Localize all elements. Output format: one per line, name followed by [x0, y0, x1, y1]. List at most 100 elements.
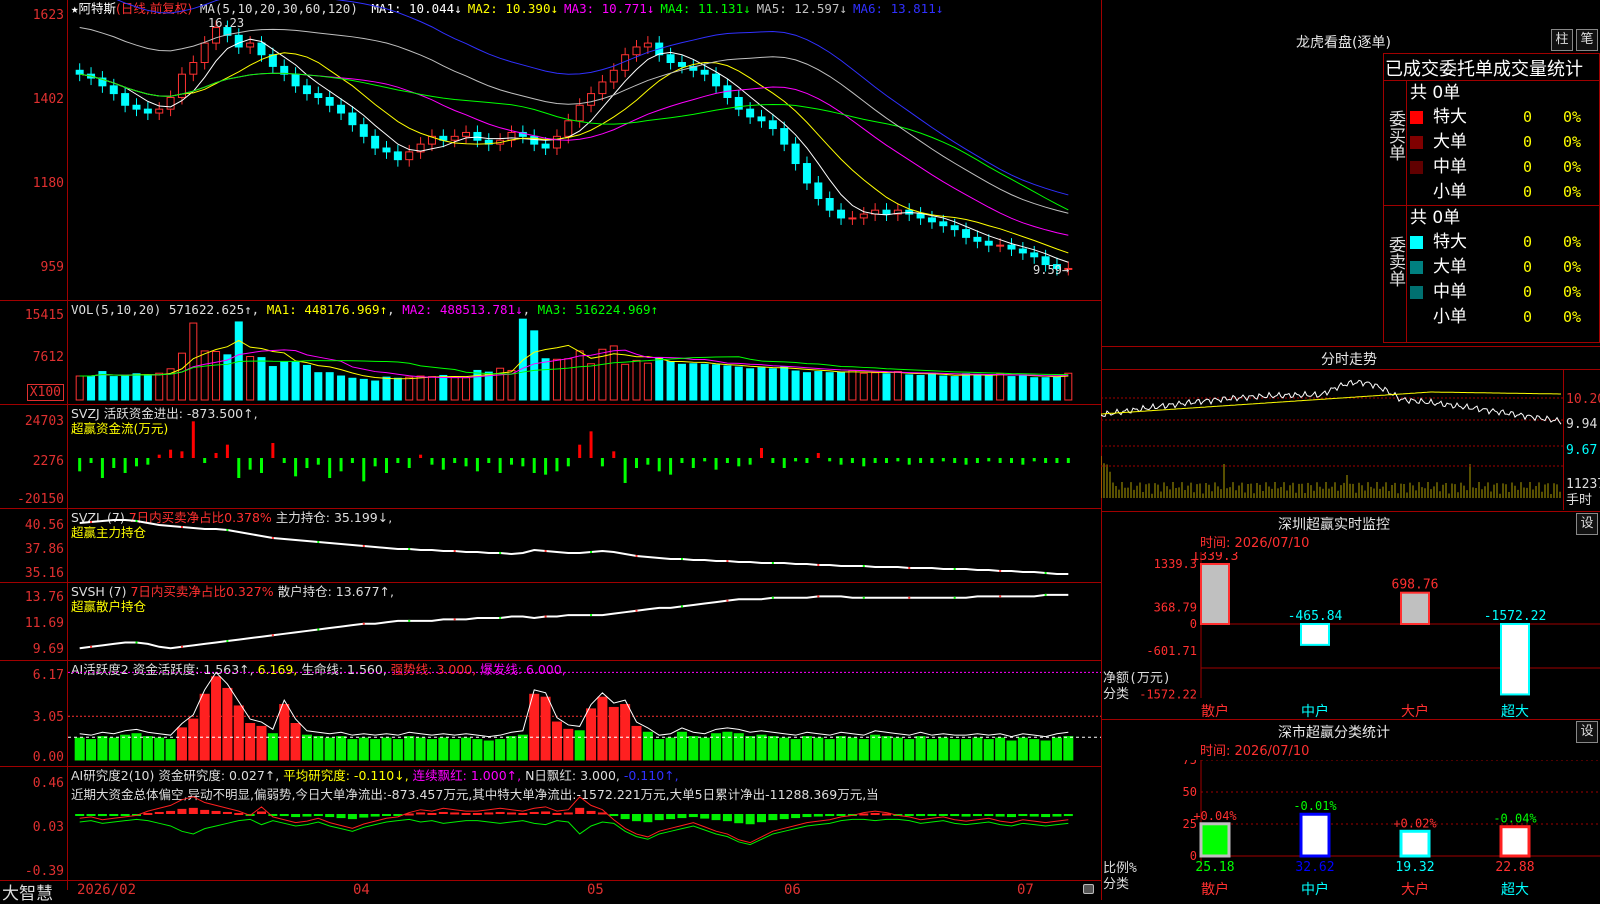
- volume-bar: [530, 330, 539, 401]
- capital-flow-chart: [78, 421, 1070, 483]
- cls-bar: [1399, 829, 1431, 858]
- activity-bar: [1063, 736, 1074, 761]
- ytick: 24703: [24, 414, 64, 429]
- flow-bar: [896, 458, 900, 462]
- order-type: 大单: [1433, 132, 1467, 152]
- rt-ytick: 1339.3: [1154, 557, 1197, 571]
- candle-body: [802, 163, 811, 184]
- cls-value-label: 32.62: [1295, 860, 1334, 875]
- column-view-button[interactable]: 柱: [1551, 29, 1573, 51]
- ytick: 40.56: [24, 518, 64, 533]
- divider-7: [0, 880, 1101, 881]
- volume-bar: [416, 375, 425, 401]
- cls-settings-button[interactable]: 设: [1576, 721, 1598, 743]
- volume-bar: [223, 354, 232, 401]
- holding-dot: [362, 622, 365, 625]
- flow-bar: [782, 458, 786, 468]
- activity-bar: [779, 737, 790, 761]
- candlestick-chart[interactable]: [68, 0, 1101, 300]
- research-bar: [347, 814, 357, 820]
- research-bar: [1007, 814, 1016, 818]
- color-swatch: [1410, 236, 1423, 249]
- holding-dot: [635, 609, 638, 612]
- activity-bar: [608, 706, 619, 761]
- research-bar: [302, 814, 312, 817]
- flow-bar: [975, 458, 979, 463]
- order-row: 大单 0 0%: [1410, 130, 1600, 155]
- research-bar: [257, 811, 266, 814]
- ytick: 6.17: [32, 668, 64, 683]
- flow-bar: [589, 431, 593, 458]
- intraday-chart[interactable]: [1101, 370, 1563, 510]
- rt-settings-button[interactable]: 设: [1576, 513, 1598, 535]
- holding-line: [79, 519, 1069, 575]
- candle-body: [825, 198, 834, 211]
- holding-dot: [590, 614, 593, 617]
- activity-bar: [836, 736, 847, 761]
- ai-activity-chart: [68, 671, 1101, 761]
- research-bar: [234, 812, 244, 815]
- flow-bar: [1021, 458, 1025, 465]
- flow-bar: [453, 458, 457, 463]
- activity-bar: [563, 728, 574, 761]
- volume-bar: [802, 372, 811, 401]
- candle-body: [939, 221, 948, 227]
- candle-body: [564, 120, 573, 137]
- activity-bar: [222, 687, 233, 761]
- tick-view-button[interactable]: 笔: [1576, 29, 1598, 51]
- volume-bar: [700, 363, 709, 401]
- ytick: 1180: [32, 176, 64, 191]
- research-bar: [745, 814, 755, 825]
- candle-body: [257, 42, 266, 56]
- activity-bar: [483, 740, 494, 761]
- candle-body: [643, 42, 652, 48]
- candle-body: [962, 229, 971, 238]
- flow-bar: [214, 453, 218, 458]
- holding-dot: [135, 520, 138, 522]
- holding-dot: [817, 595, 820, 598]
- research-bar: [359, 814, 369, 818]
- order-qty: 0: [1523, 258, 1533, 276]
- research-bar: [666, 814, 676, 820]
- research-bar: [313, 814, 323, 816]
- research-bar: [722, 814, 732, 822]
- flow-bar: [998, 458, 1002, 463]
- price-line: [1101, 379, 1562, 425]
- main-holding-chart: [79, 519, 1069, 575]
- research-bar: [984, 814, 994, 816]
- research-bar: [484, 812, 494, 815]
- volume-bar: [393, 377, 402, 401]
- research-bar: [450, 812, 460, 815]
- holding-dot: [180, 645, 183, 648]
- avg-line: [1101, 391, 1561, 415]
- cls-xlabel: 分类: [1103, 877, 1129, 892]
- activity-bar: [256, 725, 267, 761]
- research-bar: [927, 814, 937, 816]
- order-type: 大单: [1433, 257, 1467, 277]
- order-type: 特大: [1433, 232, 1467, 252]
- order-qty: 0: [1523, 183, 1533, 201]
- flow-bar: [816, 453, 820, 458]
- volume-chart: [75, 318, 1073, 401]
- flow-bar: [385, 458, 388, 473]
- activity-bar: [847, 737, 858, 761]
- candle-body: [166, 96, 175, 110]
- research-bar: [677, 814, 687, 819]
- candle-body: [291, 73, 300, 87]
- activity-bar: [665, 737, 676, 761]
- research-bar: [438, 811, 448, 814]
- activity-bar: [336, 736, 347, 761]
- ytick: 2276: [32, 454, 64, 469]
- volume-bar: [189, 322, 198, 401]
- cls-bar: [1199, 822, 1231, 858]
- order-pct: 0%: [1563, 283, 1582, 301]
- candle-body: [927, 217, 936, 223]
- candle-body: [132, 104, 141, 110]
- fs-ytick: 9.94: [1566, 417, 1598, 432]
- flow-bar: [623, 458, 627, 483]
- lock-icon[interactable]: [1083, 884, 1094, 894]
- fs-ytick: 9.67: [1566, 443, 1598, 458]
- volume-bar: [1064, 372, 1073, 401]
- cls-ytick: 50: [1183, 785, 1197, 799]
- activity-bar: [381, 737, 392, 761]
